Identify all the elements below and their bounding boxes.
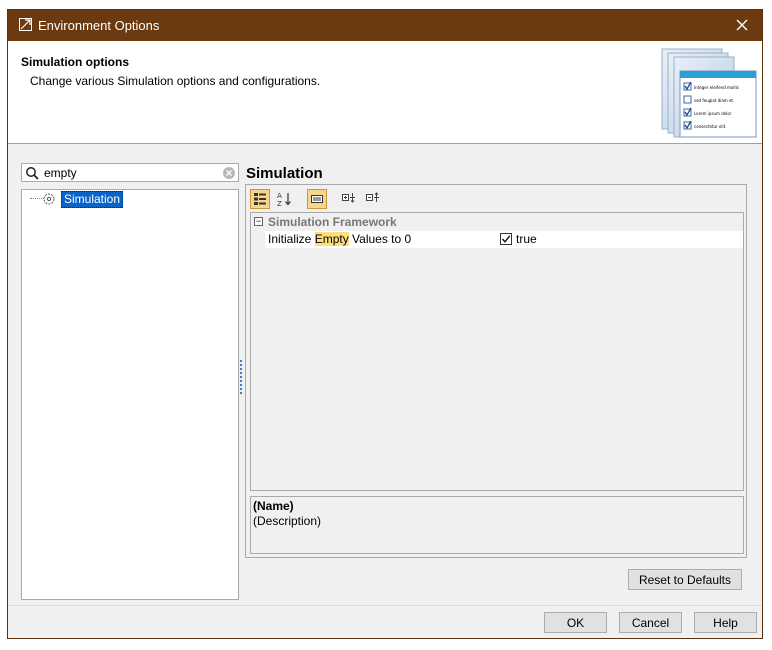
search-highlight: Empty (314, 232, 349, 246)
window-title: Environment Options (38, 18, 160, 33)
collapse-toggle-icon[interactable]: − (254, 217, 263, 226)
clear-icon[interactable] (222, 166, 236, 180)
gear-icon (43, 193, 55, 205)
help-button[interactable]: Help (694, 612, 757, 633)
properties-panel: A Z − Simulation Framework Initialize Em… (245, 184, 747, 558)
illustration-label-4: consectetur elit. (694, 124, 727, 129)
description-icon (311, 195, 323, 203)
category-label: Simulation Framework (268, 215, 397, 229)
header-description: Change various Simulation options and co… (30, 74, 321, 88)
expand-all-button[interactable] (339, 189, 359, 209)
header-title: Simulation options (21, 55, 129, 69)
close-icon (736, 19, 748, 31)
ok-button[interactable]: OK (544, 612, 607, 633)
dialog-header: Simulation options Change various Simula… (8, 41, 762, 144)
illustration-label-1: Integer eleifend mollis (694, 85, 739, 90)
svg-text:Z: Z (277, 200, 282, 207)
tree-item-simulation[interactable]: Simulation (61, 191, 124, 208)
panel-title: Simulation (246, 165, 323, 182)
search-icon (26, 167, 39, 180)
close-button[interactable] (730, 13, 754, 37)
show-description-button[interactable] (307, 189, 327, 209)
sort-az-icon: A Z (277, 192, 291, 207)
illustration-label-2: sed feugiat diam et. (694, 98, 734, 103)
environment-options-dialog: Environment Options Simulation options C… (7, 9, 763, 639)
description-area: (Name) (Description) (250, 496, 744, 554)
value-checkbox[interactable] (500, 233, 512, 245)
splitter-handle[interactable] (240, 360, 243, 400)
reset-to-defaults-button[interactable]: Reset to Defaults (628, 569, 742, 590)
description-text: (Description) (253, 514, 322, 528)
app-icon (19, 18, 32, 31)
collapse-all-button[interactable] (363, 189, 383, 209)
footer-separator (8, 605, 762, 606)
illustration-label-3: Lorem ipsum dolor (694, 111, 732, 116)
properties-toolbar: A Z (250, 189, 550, 211)
property-name: Initialize Empty Values to 0 (268, 232, 412, 246)
options-tree[interactable]: Simulation (21, 189, 239, 600)
svg-text:A: A (277, 192, 282, 200)
property-value-text: true (516, 232, 537, 246)
options-illustration-icon: Integer eleifend mollis sed feugiat diam… (661, 48, 757, 138)
property-grid: − Simulation Framework Initialize Empty … (250, 212, 744, 491)
cancel-button[interactable]: Cancel (619, 612, 682, 633)
search-input[interactable] (44, 165, 214, 180)
expand-all-icon (342, 193, 355, 203)
search-box[interactable] (21, 163, 239, 182)
checkmark-icon (501, 235, 511, 243)
title-bar[interactable]: Environment Options (8, 10, 762, 41)
property-row-initialize-empty[interactable]: Initialize Empty Values to 0 true (265, 231, 743, 248)
property-value[interactable]: true (500, 232, 740, 247)
collapse-all-icon (366, 192, 379, 202)
category-simulation-framework[interactable]: − Simulation Framework (251, 214, 743, 230)
description-name: (Name) (253, 499, 294, 513)
categorized-view-button[interactable] (250, 189, 270, 209)
categorized-icon (254, 193, 266, 205)
sort-alphabetically-button[interactable]: A Z (274, 189, 294, 209)
